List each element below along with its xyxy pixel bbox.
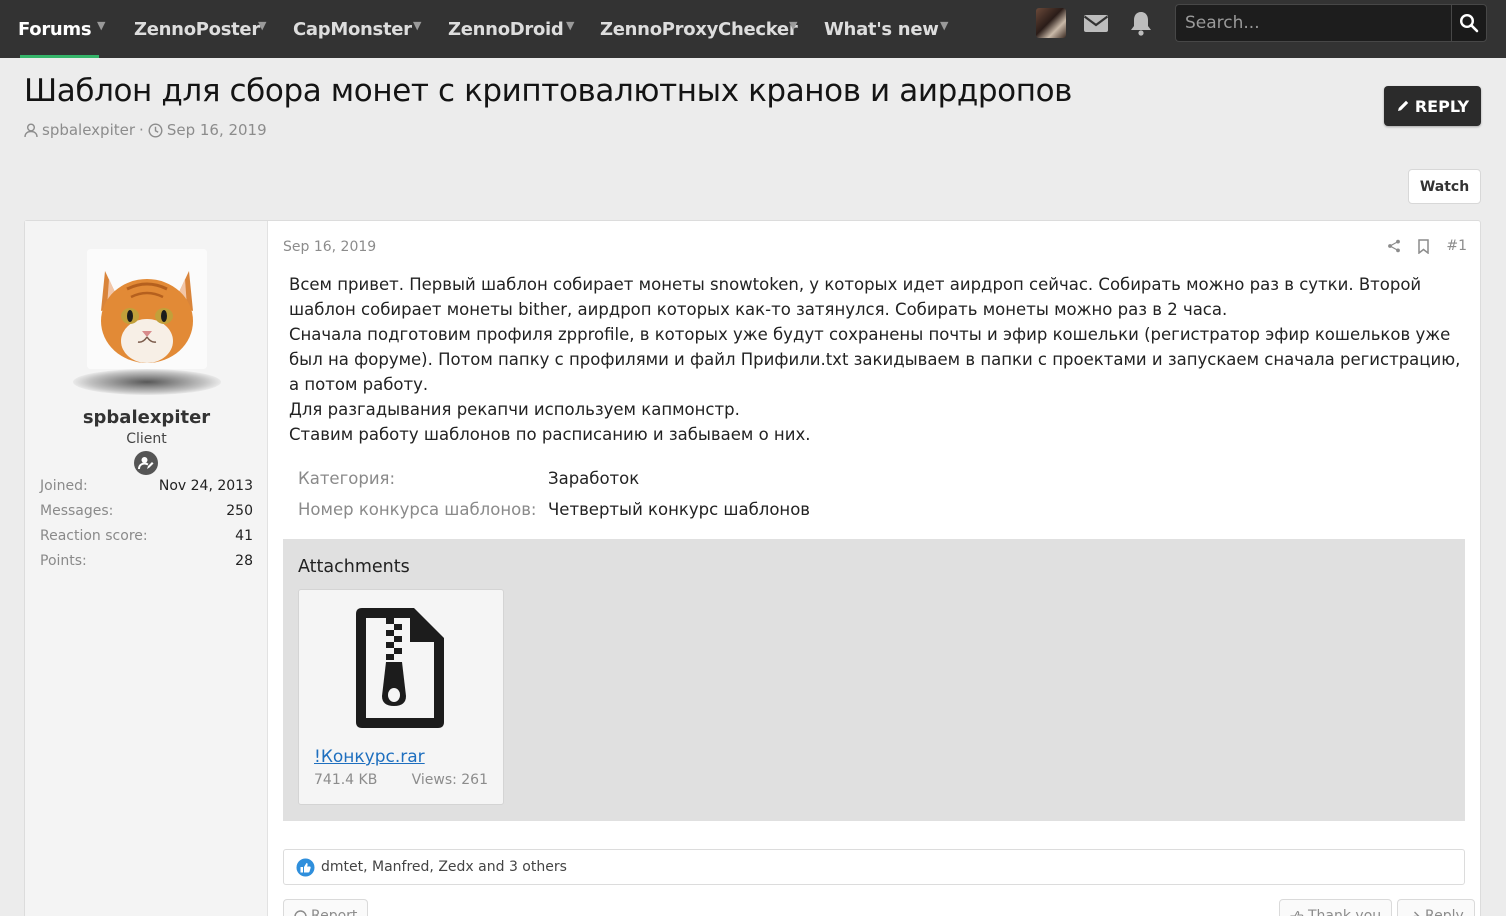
share-icon[interactable] [1387,239,1401,253]
chevron-down-icon[interactable]: ▼ [566,19,574,32]
nav-zennodroid[interactable]: ZennoDroid [448,0,564,58]
avatar[interactable] [87,249,207,369]
attachments-block: Attachments !Конкурс.rar 741.4 KB Views:… [283,539,1465,821]
top-navigation: Forums ▼ ZennoPoster ▼ CapMonster ▼ Zenn… [0,0,1506,58]
cat-avatar-image [87,249,207,369]
page-title: Шаблон для сбора монет с криптовалютных … [24,73,1073,109]
stat-reaction-score: Reaction score: 41 [40,528,253,544]
thumbs-up-icon [1290,910,1304,916]
like-reaction-icon [296,858,315,876]
reactions-bar[interactable]: dmtet, Manfred, Zedx and 3 others [283,849,1465,885]
bookmark-icon[interactable] [1417,238,1430,254]
chevron-down-icon[interactable]: ▼ [413,19,421,32]
username[interactable]: spbalexpiter [25,407,268,428]
user-badge-icon [134,451,158,475]
post-number-link[interactable]: #1 [1446,238,1467,254]
nav-zennoposter[interactable]: ZennoPoster [134,0,260,58]
stat-points: Points: 28 [40,553,253,569]
user-title: Client [126,431,167,447]
thread-meta: spbalexpiter · Sep 16, 2019 [24,121,267,139]
user-icon [24,123,38,137]
stat-joined: Joined: Nov 24, 2013 [40,478,253,494]
post-user-column: spbalexpiter Client Joined: Nov 24, 2013… [25,221,268,916]
account-avatar[interactable] [1036,8,1066,38]
meta-separator: · [139,121,144,139]
post-paragraph: Ставим работу шаблонов по расписанию и з… [289,425,811,444]
report-button[interactable]: Report [283,899,369,916]
zip-file-icon [356,608,444,728]
post-paragraph: Для разгадывания рекапчи используем капм… [289,400,740,419]
stat-messages: Messages: 250 [40,503,253,519]
thank-you-button[interactable]: Thank you [1279,899,1393,916]
chevron-down-icon[interactable]: ▼ [789,19,797,32]
post-body: Всем привет. Первый шаблон собирает моне… [289,272,1463,447]
chevron-down-icon[interactable]: ▼ [97,19,105,32]
flag-icon [294,909,307,916]
post-message: spbalexpiter Client Joined: Nov 24, 2013… [24,220,1481,916]
field-category: Категория: Заработок [298,469,640,488]
watch-button[interactable]: Watch [1408,169,1481,204]
chevron-down-icon[interactable]: ▼ [258,19,266,32]
field-contest-number: Номер конкурса шаблонов: Четвертый конку… [298,500,811,519]
attachment-card[interactable]: !Конкурс.rar 741.4 KB Views: 261 [298,589,504,805]
post-paragraph: Всем привет. Первый шаблон собирает моне… [289,275,1422,319]
attachment-size: 741.4 KB [314,772,378,788]
chevron-down-icon[interactable]: ▼ [940,19,948,32]
attachment-filename-link[interactable]: !Конкурс.rar [314,747,425,767]
search-input[interactable]: Search... [1175,4,1451,42]
nav-forums[interactable]: Forums [18,0,100,58]
post-reply-button[interactable]: Reply [1397,899,1475,916]
post-paragraph: Сначала подготовим профиля zpprofile, в … [289,325,1461,394]
reactions-users[interactable]: dmtet, Manfred, Zedx and 3 others [321,859,567,875]
avatar-shadow [73,369,221,395]
reply-button[interactable]: REPLY [1384,86,1481,126]
attachments-title: Attachments [298,557,410,577]
attachment-views: Views: 261 [411,772,488,788]
post-actions: #1 [1387,238,1467,254]
nav-whats-new[interactable]: What's new [824,0,939,58]
search-button[interactable] [1451,4,1487,42]
thread-author-link[interactable]: spbalexpiter [42,121,135,139]
reply-icon [1413,911,1420,916]
mail-icon[interactable] [1081,8,1111,38]
post-date-link[interactable]: Sep 16, 2019 [283,239,376,255]
nav-capmonster[interactable]: CapMonster [293,0,412,58]
search-icon [1459,13,1479,33]
pencil-icon [1397,100,1409,111]
reply-button-label: REPLY [1414,96,1470,116]
bell-icon[interactable] [1126,8,1156,38]
clock-icon [148,122,163,138]
thread-date-link[interactable]: Sep 16, 2019 [167,121,267,139]
nav-zennoproxychecker[interactable]: ZennoProxyChecker [600,0,798,58]
